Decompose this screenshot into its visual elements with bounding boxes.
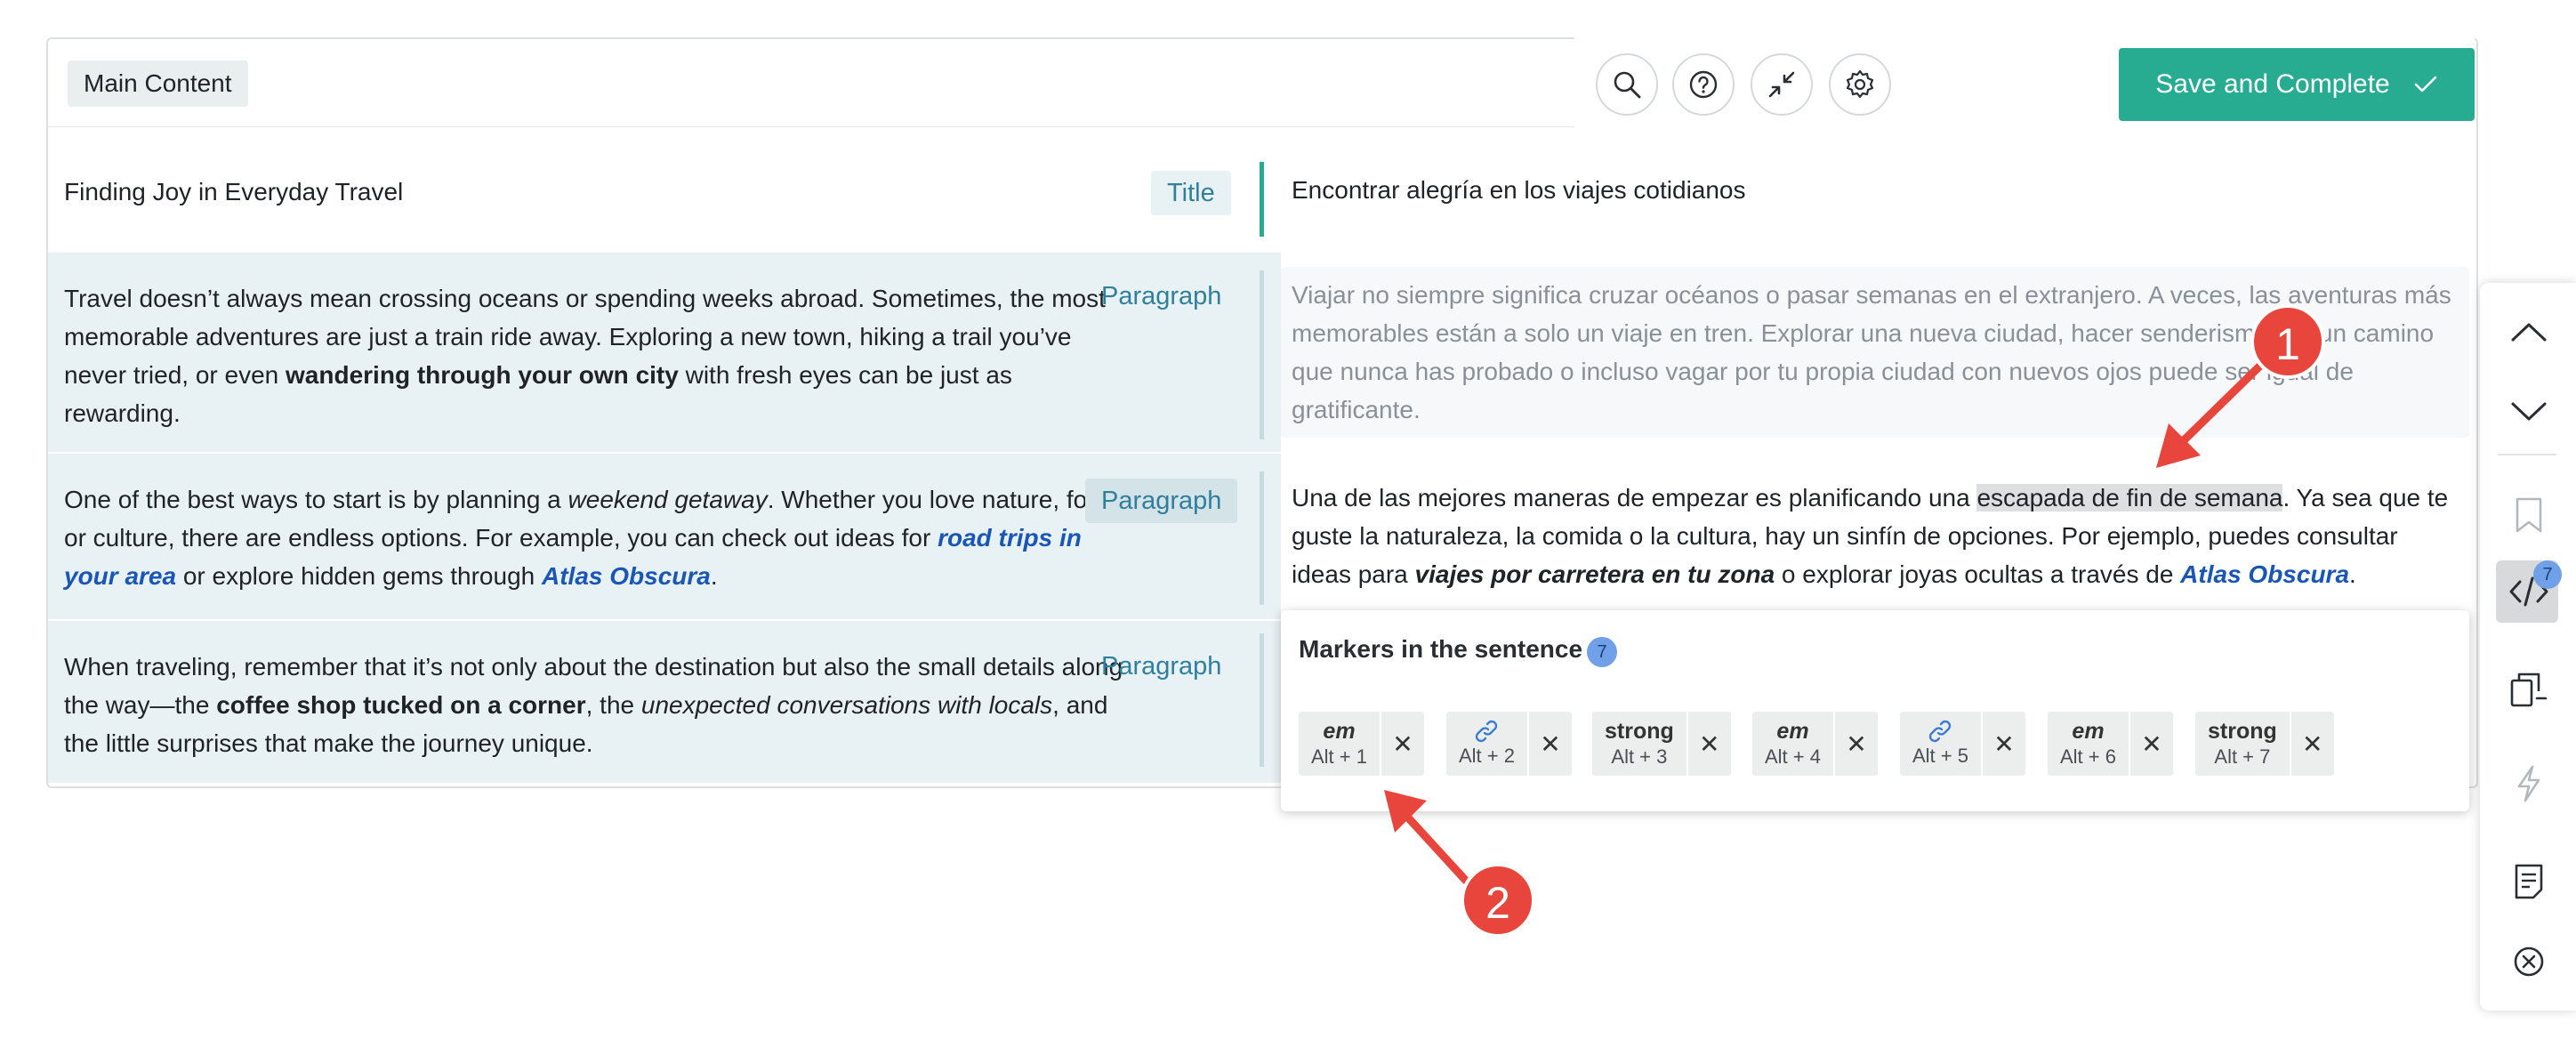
annotation-overlay <box>1384 304 2325 938</box>
callout-2-label: 2 <box>1485 878 1510 928</box>
callout-1-label: 1 <box>2275 319 2300 369</box>
annotation-arrow-1 <box>2156 362 2264 468</box>
annotation-arrow-2 <box>1384 790 1470 885</box>
